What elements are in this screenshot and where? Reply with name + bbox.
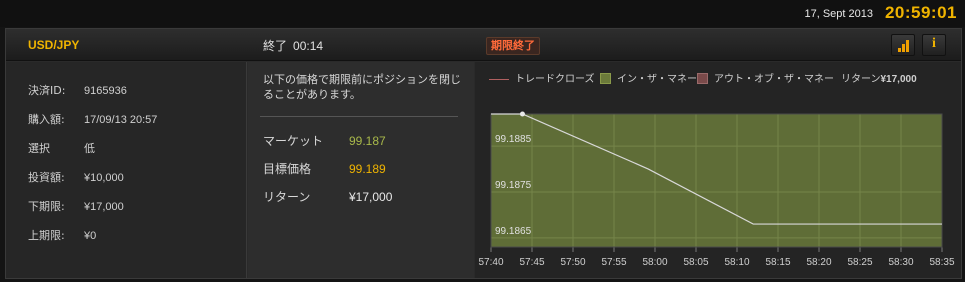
chart-view-button[interactable] xyxy=(891,34,915,56)
x-tick-label: 58:20 xyxy=(806,257,831,268)
x-tick-label: 57:55 xyxy=(601,257,626,268)
target-value: 99.189 xyxy=(349,162,386,176)
detail-label: 投資額: xyxy=(28,171,65,184)
x-tick-label: 58:15 xyxy=(765,257,790,268)
market-price-row: マーケット 99.187 xyxy=(263,132,386,149)
return-label: リターン xyxy=(263,190,311,204)
detail-label: 決済ID: xyxy=(28,84,66,97)
y-tick-label: 99.1875 xyxy=(495,180,532,191)
x-tick-label: 58:05 xyxy=(683,257,708,268)
detail-label: 下期限: xyxy=(28,200,65,213)
status-badge: 期限終了 xyxy=(486,37,540,55)
target-label: 目標価格 xyxy=(263,162,312,176)
x-tick-label: 58:00 xyxy=(642,257,667,268)
return-value: ¥17,000 xyxy=(349,190,393,204)
market-value: 99.187 xyxy=(349,134,386,148)
detail-label: 選択 xyxy=(28,142,50,155)
early-close-notice: 以下の価格で期限前にポジションを閉じることがあります。 xyxy=(263,73,461,101)
clock: 20:59:01 xyxy=(884,3,957,22)
trade-details: 決済ID: 9165936 購入額: 17/09/13 20:57 選択 低 投資額:… xyxy=(6,62,247,278)
info-icon: i xyxy=(932,36,936,51)
detail-row-purchase: 購入額: 17/09/13 20:57 xyxy=(28,111,158,126)
expiry-time: 00:14 xyxy=(293,39,324,53)
currency-pair: USD/JPY xyxy=(28,38,80,52)
price-summary: 以下の価格で期限前にポジションを閉じることがあります。 マーケット 99.187 … xyxy=(248,62,474,278)
expiry-label: 終了 xyxy=(263,39,288,53)
market-label: マーケット xyxy=(263,134,324,148)
return-row: リターン ¥17,000 xyxy=(263,188,392,205)
x-tick-label: 57:50 xyxy=(560,257,585,268)
price-line-chart: 57:40 57:45 57:50 57:55 58:00 58:05 58:10 58:15… xyxy=(478,111,955,268)
trade-panel: USD/JPY 終了 00:14 期限終了 i 決済ID: 9165936 購入額:… xyxy=(5,28,962,279)
in-the-money-region xyxy=(491,114,942,247)
x-tick-label: 58:10 xyxy=(724,257,749,268)
detail-row-settlement-id: 決済ID: 9165936 xyxy=(28,82,127,97)
info-button[interactable]: i xyxy=(922,34,946,56)
x-tick-label: 58:30 xyxy=(888,257,913,268)
detail-row-selection: 選択 低 xyxy=(28,140,95,155)
x-tick-label: 58:25 xyxy=(847,257,872,268)
detail-value: 低 xyxy=(84,143,95,155)
entry-point-marker xyxy=(519,111,525,117)
detail-row-investment: 投資額: ¥10,000 xyxy=(28,169,124,184)
y-tick-label: 99.1885 xyxy=(495,134,532,145)
detail-value: ¥0 xyxy=(84,230,97,242)
panel-header: USD/JPY 終了 00:14 期限終了 i xyxy=(6,29,961,61)
x-tick-label: 57:45 xyxy=(519,257,544,268)
detail-label: 上期限: xyxy=(28,229,65,242)
price-chart-area: トレードクローズ イン・ザ・マネー アウト・オブ・ザ・マネー リターン¥17,0… xyxy=(475,62,961,278)
top-bar: 17, Sept 2013 20:59:01 xyxy=(0,0,965,27)
detail-row-upper-limit: 上期限: ¥0 xyxy=(28,227,97,242)
detail-value: 17/09/13 20:57 xyxy=(84,114,158,126)
detail-row-lower-limit: 下期限: ¥17,000 xyxy=(28,198,124,213)
bar-chart-icon xyxy=(898,40,910,52)
detail-value: ¥10,000 xyxy=(84,172,124,184)
divider xyxy=(260,116,458,117)
detail-label: 購入額: xyxy=(28,113,65,126)
x-tick-label: 57:40 xyxy=(478,257,503,268)
x-tick-label: 58:35 xyxy=(929,257,954,268)
expiry-countdown: 終了 00:14 xyxy=(263,37,323,54)
target-price-row: 目標価格 99.189 xyxy=(263,160,386,177)
date-label: 17, Sept 2013 xyxy=(804,8,873,20)
y-tick-label: 99.1865 xyxy=(495,226,532,237)
detail-value: ¥17,000 xyxy=(84,201,124,213)
detail-value: 9165936 xyxy=(84,85,127,97)
